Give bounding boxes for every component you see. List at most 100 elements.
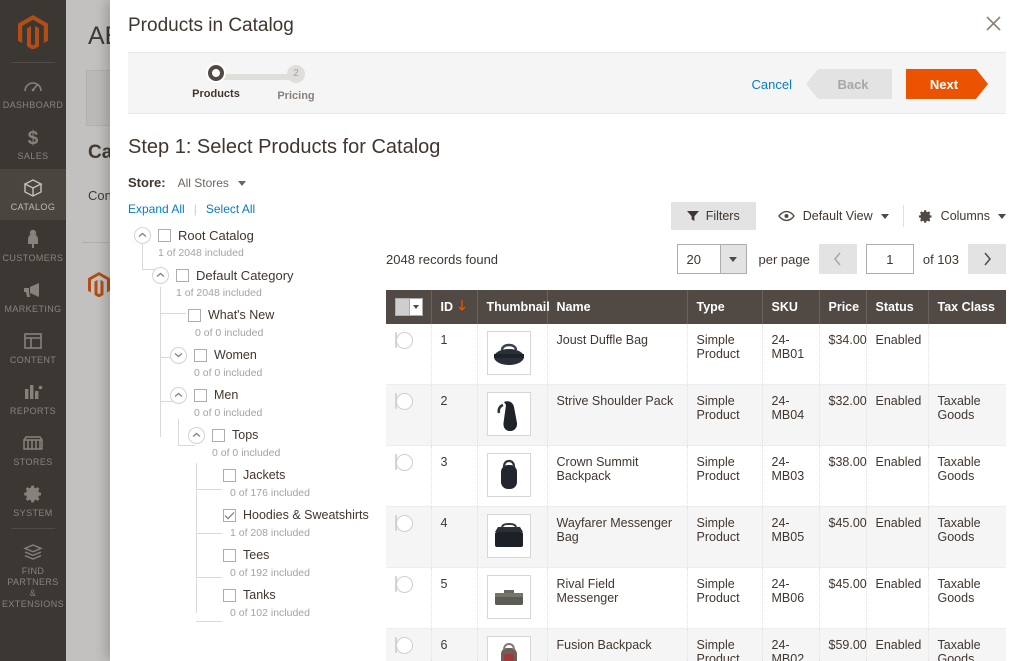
tree-node-row[interactable]: Jackets (223, 465, 376, 485)
column-header-type[interactable]: Type (687, 290, 762, 324)
chevron-up-icon[interactable] (134, 227, 151, 244)
table-row[interactable]: 4 Wayfarer Messenger Bag Simple Product … (386, 507, 1006, 568)
row-type: Simple Product (687, 385, 762, 446)
tree-node-row[interactable]: Hoodies & Sweatshirts (223, 505, 376, 525)
row-name: Wayfarer Messenger Bag (547, 507, 687, 568)
row-select-cell[interactable] (386, 568, 431, 629)
tree-node-row[interactable]: Tanks (223, 585, 376, 605)
back-button[interactable]: Back (806, 69, 892, 99)
row-type: Simple Product (687, 446, 762, 507)
row-thumbnail-cell (477, 324, 547, 385)
select-all-dropdown[interactable] (395, 298, 423, 316)
tree-node-checkbox[interactable] (158, 229, 171, 242)
tree-node-jackets: Jackets 0 of 176 included (128, 465, 376, 499)
row-select-cell[interactable] (386, 629, 431, 661)
modal-body: Step 1: Select Products for Catalog Stor… (110, 136, 1024, 661)
row-toggle-switch[interactable] (395, 637, 397, 653)
tree-node-row[interactable]: Tees (223, 545, 376, 565)
row-select-cell[interactable] (386, 446, 431, 507)
tree-node-row[interactable]: Women (170, 345, 376, 365)
page-number-input[interactable]: 1 (866, 244, 914, 274)
row-toggle-switch[interactable] (395, 454, 397, 470)
column-header-select[interactable] (386, 290, 431, 324)
table-row[interactable]: 6 Fusion Backpack Simple Product 24-MB02… (386, 629, 1006, 661)
row-type: Simple Product (687, 629, 762, 661)
row-status: Enabled (866, 446, 928, 507)
tree-node-checkbox[interactable] (194, 389, 207, 402)
chevron-up-icon[interactable] (152, 267, 169, 284)
chevron-down-icon[interactable] (720, 245, 746, 273)
products-in-catalog-modal: Products in Catalog Products 2 Pricing C… (110, 0, 1024, 661)
tree-node-checkbox[interactable] (176, 269, 189, 282)
chevron-up-icon[interactable] (170, 387, 187, 404)
per-page-value: 20 (678, 245, 720, 273)
column-header-thumbnail[interactable]: Thumbnail (477, 290, 547, 324)
store-select-value: All Stores (178, 176, 229, 190)
tree-node-checkbox[interactable] (188, 309, 201, 322)
toolbar-separator (903, 205, 904, 227)
tree-node-row[interactable]: What's New (188, 305, 376, 325)
column-header-status[interactable]: Status (866, 290, 928, 324)
row-toggle-switch[interactable] (395, 515, 397, 531)
tree-node-row[interactable]: Tops (188, 425, 376, 445)
per-page-label: per page (759, 252, 810, 267)
next-button[interactable]: Next (906, 69, 988, 99)
step-connector (216, 74, 296, 80)
tree-node-row[interactable]: Root Catalog (134, 225, 376, 245)
row-toggle-switch[interactable] (395, 393, 397, 409)
row-status: Enabled (866, 629, 928, 661)
chevron-up-icon[interactable] (188, 427, 205, 444)
tree-node-count: 0 of 192 included (230, 567, 376, 579)
row-tax-class: Taxable Goods (928, 446, 1006, 507)
row-toggle-switch[interactable] (395, 576, 397, 592)
step-products[interactable]: Products (176, 65, 256, 100)
tree-node-count: 1 of 208 included (230, 527, 376, 539)
expand-all-link[interactable]: Expand All (128, 202, 185, 216)
tree-node-row[interactable]: Men (170, 385, 376, 405)
column-header-id[interactable]: ID (431, 290, 477, 324)
tree-node-label: Tees (243, 548, 269, 562)
filters-button[interactable]: Filters (671, 202, 756, 230)
tree-node-checkbox[interactable] (223, 509, 236, 522)
select-all-link[interactable]: Select All (206, 202, 255, 216)
close-icon[interactable] (978, 8, 1008, 38)
tree-node-checkbox[interactable] (223, 549, 236, 562)
row-toggle-switch[interactable] (395, 332, 397, 348)
tree-node-count: 0 of 176 included (230, 487, 376, 499)
cancel-link[interactable]: Cancel (752, 77, 792, 92)
step-pricing[interactable]: 2 Pricing (256, 65, 336, 102)
tree-node-label: Women (214, 348, 257, 362)
next-page-button[interactable] (968, 244, 1006, 274)
tree-node-count: 0 of 0 included (195, 327, 376, 339)
row-select-cell[interactable] (386, 507, 431, 568)
default-view-selector[interactable]: Default View (778, 209, 889, 223)
table-row[interactable]: 3 Crown Summit Backpack Simple Product 2… (386, 446, 1006, 507)
step-dot-current (208, 65, 224, 81)
column-header-sku[interactable]: SKU (762, 290, 819, 324)
table-row[interactable]: 1 Joust Duffle Bag Simple Product 24-MB0… (386, 324, 1006, 385)
per-page-select[interactable]: 20 (677, 244, 747, 274)
store-select[interactable]: All Stores (178, 176, 246, 190)
chevron-down-icon[interactable] (170, 347, 187, 364)
column-header-tax-class[interactable]: Tax Class (928, 290, 1006, 324)
tree-node-label: Tanks (243, 588, 276, 602)
row-select-cell[interactable] (386, 324, 431, 385)
previous-page-button[interactable] (819, 244, 857, 274)
row-tax-class: Taxable Goods (928, 568, 1006, 629)
tree-node-checkbox[interactable] (212, 429, 225, 442)
row-select-cell[interactable] (386, 385, 431, 446)
table-row[interactable]: 5 Rival Field Messenger Simple Product 2… (386, 568, 1006, 629)
tree-node-checkbox[interactable] (223, 589, 236, 602)
column-header-price[interactable]: Price (819, 290, 866, 324)
row-status: Enabled (866, 568, 928, 629)
page-title: Step 1: Select Products for Catalog (128, 136, 1006, 159)
grid-meta-row: 2048 records found 20 per page (386, 244, 1006, 274)
row-tax-class: Taxable Goods (928, 507, 1006, 568)
columns-selector[interactable]: Columns (918, 209, 1006, 224)
tree-node-row[interactable]: Default Category (152, 265, 376, 285)
row-type: Simple Product (687, 507, 762, 568)
column-header-name[interactable]: Name (547, 290, 687, 324)
table-row[interactable]: 2 Strive Shoulder Pack Simple Product 24… (386, 385, 1006, 446)
tree-node-checkbox[interactable] (194, 349, 207, 362)
tree-node-checkbox[interactable] (223, 469, 236, 482)
